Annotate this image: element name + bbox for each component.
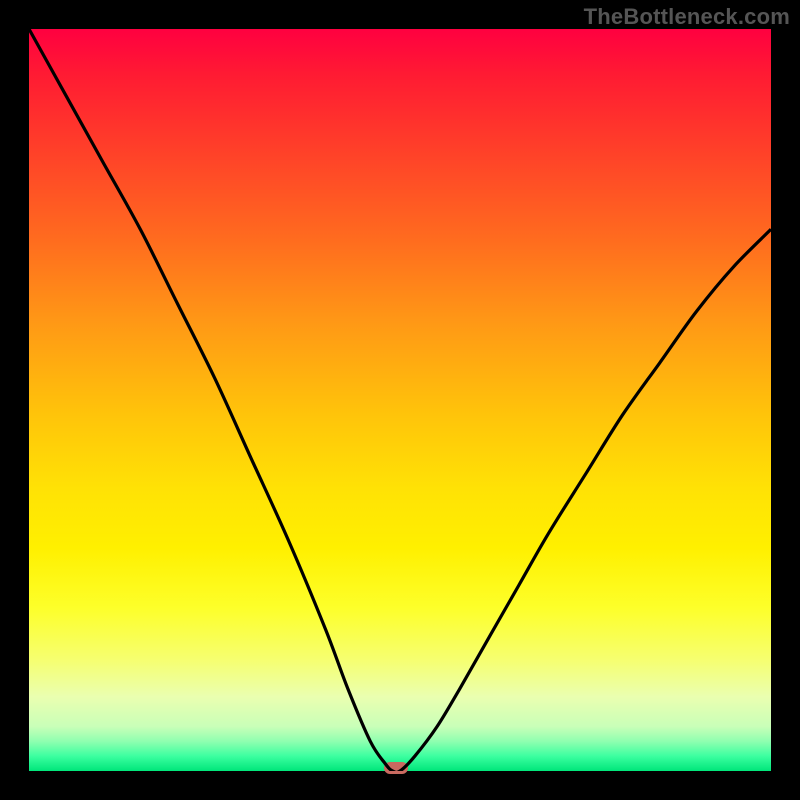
chart-frame: TheBottleneck.com [0,0,800,800]
curve-path [29,29,771,771]
plot-area [29,29,771,771]
bottleneck-curve [29,29,771,771]
watermark-text: TheBottleneck.com [584,4,790,30]
